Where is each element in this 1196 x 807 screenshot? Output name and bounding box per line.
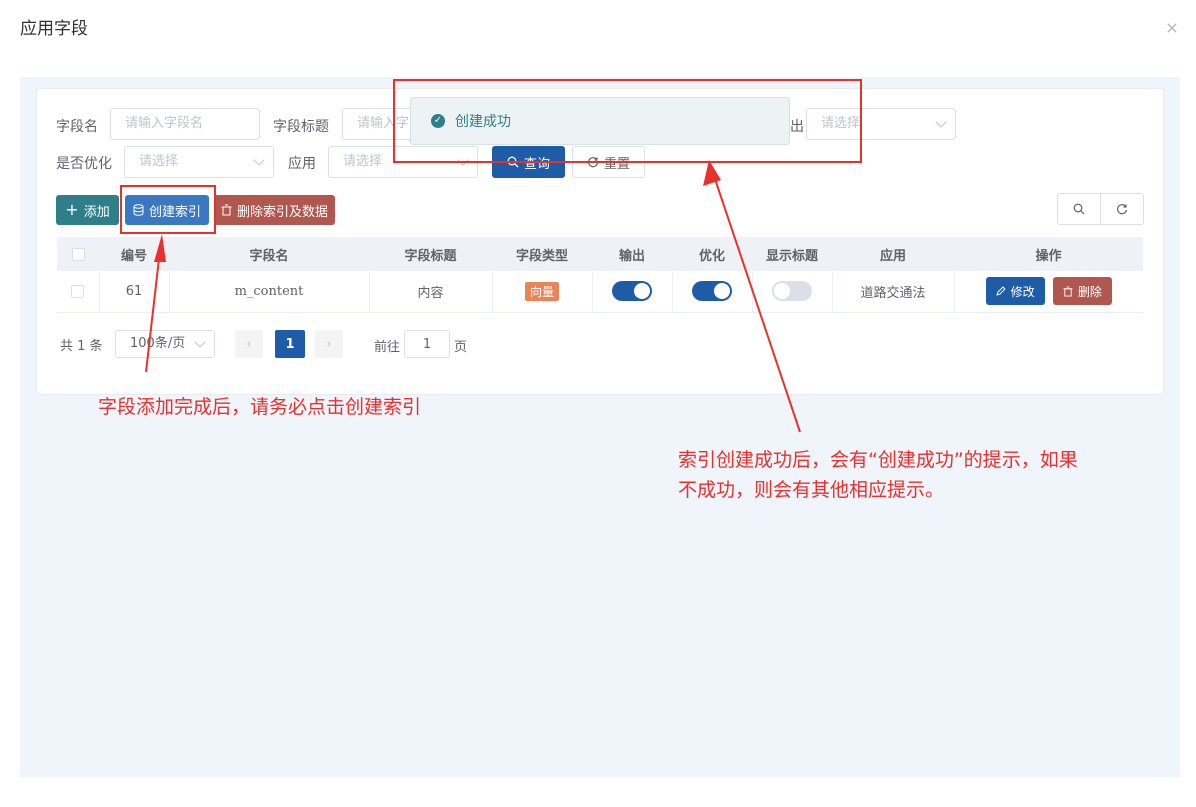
cell-field-type: 向量 <box>492 271 593 313</box>
page-number-current[interactable]: 1 <box>275 330 305 358</box>
refresh-icon <box>1116 204 1128 215</box>
select-all-checkbox[interactable] <box>71 247 85 261</box>
optimize-switch[interactable] <box>692 281 732 302</box>
app-label: 应用 <box>288 156 316 172</box>
edit-icon <box>995 286 1006 297</box>
edit-button-label: 修改 <box>1010 284 1035 299</box>
header-id: 编号 <box>99 237 169 271</box>
edit-button[interactable]: 修改 <box>985 277 1045 306</box>
header-field-title: 字段标题 <box>369 237 492 271</box>
add-button[interactable]: + 添加 <box>56 195 119 225</box>
cell-field-name: m_content <box>169 271 370 313</box>
output-switch[interactable] <box>612 281 652 302</box>
cell-field-title: 内容 <box>369 271 493 313</box>
cell-optimize <box>672 271 753 313</box>
cell-output <box>592 271 673 313</box>
goto-prefix: 前往 <box>374 339 401 355</box>
annotation-note-right-line1: 索引创建成功后，会有“创建成功”的提示，如果 <box>678 449 1078 471</box>
optimize-label: 是否优化 <box>56 156 112 172</box>
chevron-down-icon <box>194 336 206 348</box>
delete-button-label: 删除 <box>1077 284 1102 299</box>
select-all-cell[interactable] <box>57 237 99 271</box>
row-checkbox[interactable] <box>71 284 85 298</box>
trash-icon <box>1063 286 1073 297</box>
highlight-box-toast <box>393 79 862 163</box>
cell-id: 61 <box>99 271 170 313</box>
header-optimize: 优化 <box>672 237 752 271</box>
delete-index-button-label: 删除索引及数据 <box>236 204 328 220</box>
add-button-label: 添加 <box>83 204 110 220</box>
annotation-note-right-line2: 不成功，则会有其他相应提示。 <box>678 479 945 501</box>
cell-show-title <box>752 271 833 313</box>
field-name-input[interactable]: 请输入字段名 <box>110 108 260 140</box>
optimize-select[interactable]: 请选择 <box>124 146 274 178</box>
header-app: 应用 <box>832 237 954 271</box>
cell-app: 道路交通法 <box>832 271 955 313</box>
header-output: 输出 <box>592 237 672 271</box>
chevron-down-icon <box>935 116 947 128</box>
goto-page-input[interactable]: 1 <box>404 330 450 358</box>
table-row: 61 m_content 内容 向量 道路交通法 修改 删除 <box>57 271 1143 313</box>
field-title-label: 字段标题 <box>273 119 329 135</box>
annotation-note-left: 字段添加完成后，请务必点击创建索引 <box>98 396 422 418</box>
delete-index-button[interactable]: 删除索引及数据 <box>214 195 335 225</box>
prev-page-button[interactable]: ‹ <box>235 330 263 358</box>
highlight-box-create-index <box>120 185 216 234</box>
header-show-title: 显示标题 <box>752 237 832 271</box>
page-size-select[interactable]: 100条/页 <box>115 330 215 358</box>
row-select-cell[interactable] <box>57 271 100 313</box>
optimize-select-value: 请选择 <box>139 154 179 169</box>
show-title-switch[interactable] <box>772 281 812 302</box>
table-search-button[interactable] <box>1057 193 1101 225</box>
fields-table: 编号 字段名 字段标题 字段类型 输出 优化 显示标题 应用 操作 61 m_c… <box>57 237 1143 313</box>
plus-icon: + <box>65 200 79 219</box>
next-page-button[interactable]: › <box>315 330 343 358</box>
goto-suffix: 页 <box>454 339 468 355</box>
close-icon[interactable]: × <box>1164 20 1180 36</box>
table-header-row: 编号 字段名 字段标题 字段类型 输出 优化 显示标题 应用 操作 <box>57 237 1143 271</box>
header-field-name: 字段名 <box>169 237 369 271</box>
header-actions: 操作 <box>954 237 1143 271</box>
trash-icon <box>221 204 232 216</box>
app-select-value: 请选择 <box>343 154 383 169</box>
field-name-label: 字段名 <box>56 119 98 135</box>
field-type-tag: 向量 <box>524 281 559 301</box>
page-size-value: 100条/页 <box>130 336 186 351</box>
dialog-title: 应用字段 <box>20 19 88 39</box>
cell-actions: 修改 删除 <box>954 271 1143 313</box>
chevron-down-icon <box>253 154 265 166</box>
delete-button[interactable]: 删除 <box>1052 277 1112 306</box>
search-icon <box>1073 203 1085 215</box>
header-field-type: 字段类型 <box>492 237 592 271</box>
table-refresh-button[interactable] <box>1100 193 1144 225</box>
pagination-total: 共 1 条 <box>60 338 103 354</box>
